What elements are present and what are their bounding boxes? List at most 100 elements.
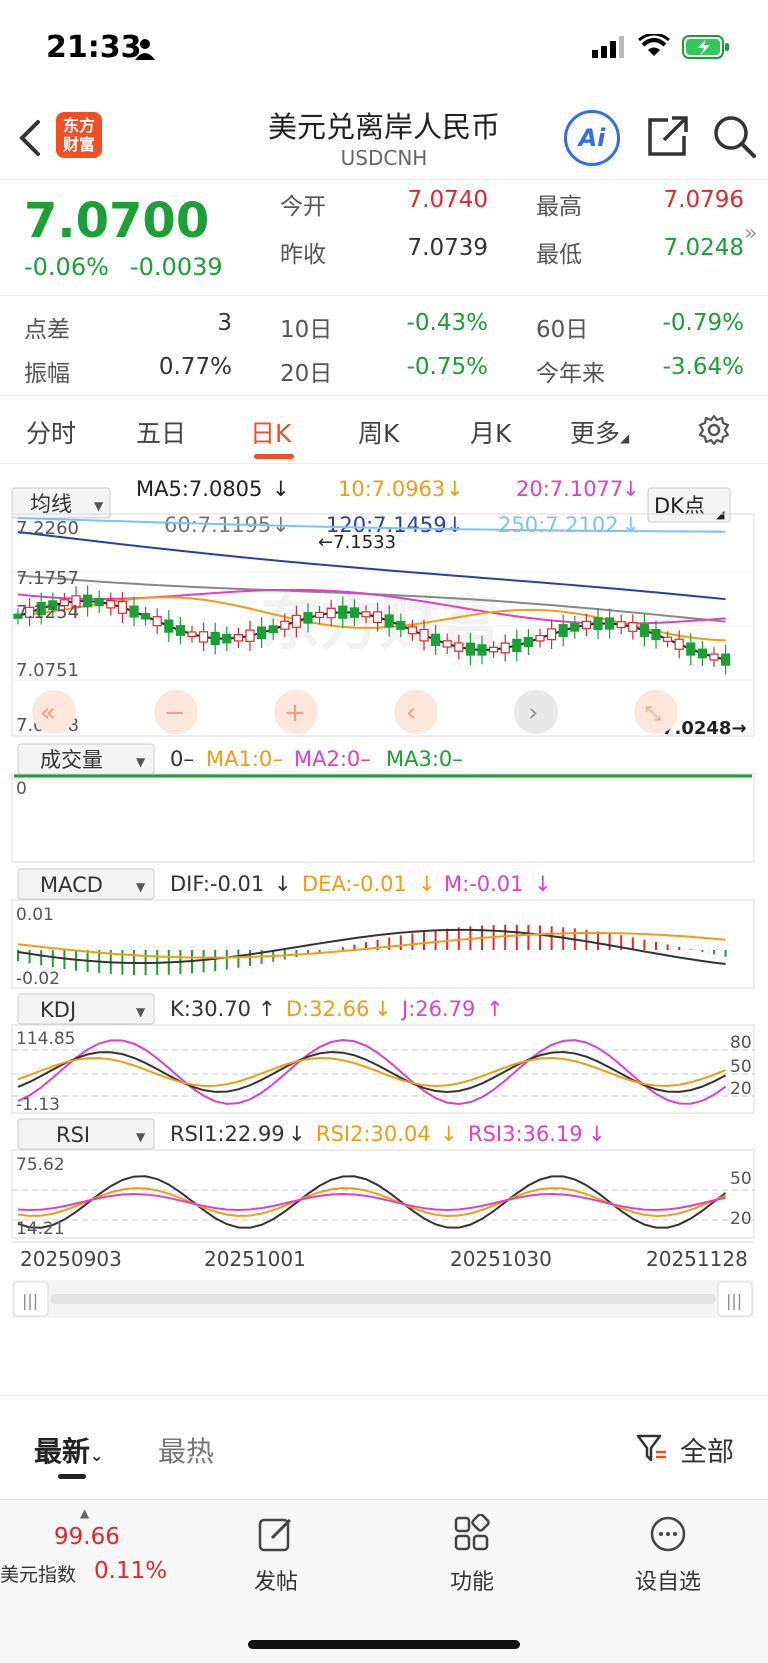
candle-body	[338, 605, 348, 619]
macd-dif-arrow-icon: ↓	[274, 872, 292, 896]
grid-icon	[454, 1513, 490, 1551]
tab-hot[interactable]: 最热	[158, 1430, 214, 1470]
candle-body	[152, 616, 162, 627]
prev-close-value: 7.0739	[407, 235, 488, 261]
macd-select-arrow-icon: ▼	[136, 880, 146, 894]
post-label: 发帖	[253, 1570, 298, 1595]
tab-monthly-k[interactable]: 月K	[470, 414, 511, 450]
function-button[interactable]: 功能	[412, 1513, 532, 1596]
ma120-arrow-icon: ↓	[446, 513, 464, 537]
candle-body	[709, 653, 719, 661]
candle-body	[384, 614, 394, 628]
chart-controls: « − + ‹ › ⤡	[32, 690, 678, 734]
candle-body	[199, 631, 209, 643]
dollar-index-value[interactable]: 99.66	[54, 1524, 120, 1550]
chevron-left-icon: ‹	[406, 698, 416, 728]
candle-body	[257, 626, 267, 640]
candle-body	[454, 642, 464, 652]
kdj-k: K:30.70	[170, 997, 251, 1021]
high-label: 最高	[536, 194, 582, 220]
tab-latest[interactable]: 最新⌄	[34, 1430, 103, 1470]
expand-arrow-icon[interactable]: »	[744, 221, 757, 246]
expand-icon: ⤡	[645, 701, 661, 725]
candle-body	[245, 629, 255, 642]
last-price: 7.0700	[24, 193, 210, 249]
d60-label: 60日	[536, 317, 589, 343]
spread-value: 3	[217, 310, 232, 336]
candle-body	[164, 619, 174, 633]
macd-lines	[17, 928, 726, 966]
candle-body	[477, 644, 487, 656]
macd-dea-arrow-icon: ↓	[418, 872, 436, 896]
ma10-arrow-icon: ↓	[446, 477, 464, 501]
post-button[interactable]: 发帖	[216, 1514, 336, 1596]
filter-all[interactable]: 全部	[680, 1430, 734, 1469]
y-axis-4: 7.0751	[16, 660, 79, 681]
ma250-value: 250:7.2102	[498, 513, 619, 537]
function-label: 功能	[449, 1570, 494, 1595]
share-icon[interactable]	[646, 114, 690, 158]
minus-icon: −	[164, 698, 186, 728]
tab-five-day[interactable]: 五日	[136, 414, 186, 450]
candle-body	[465, 642, 475, 656]
ai-icon[interactable]: Ai	[564, 110, 620, 166]
candle-body	[697, 648, 708, 659]
kline-chart-svg[interactable]: 均线 ▼ MA5:7.0805 ↓ 10:7.0963 ↓ 20:7.1077 …	[0, 464, 768, 1364]
volume-select-label: 成交量	[40, 748, 103, 772]
candle-body	[546, 628, 557, 641]
prev-close-label: 昨收	[280, 242, 326, 268]
candle-body	[315, 611, 325, 618]
tab-more[interactable]: 更多◢	[570, 414, 629, 450]
tab-daily-k[interactable]: 日K	[250, 414, 291, 450]
rsi-select-arrow-icon: ▼	[136, 1130, 146, 1144]
ytd-value: -3.64%	[662, 354, 744, 380]
volume-header: 成交量 ▼ 0– MA1:0– MA2:0– MA3:0–	[17, 743, 463, 775]
range-track	[50, 1294, 716, 1304]
tab-intraday[interactable]: 分时	[26, 414, 76, 450]
kdj-k-arrow-icon: ↑	[258, 997, 276, 1021]
kdj-axis-bottom: -1.13	[16, 1095, 60, 1115]
search-icon[interactable]	[712, 114, 756, 158]
candle-body	[117, 600, 128, 614]
candle-body	[291, 614, 301, 628]
date-label-4: 20251128	[646, 1247, 748, 1271]
dollar-index-change[interactable]: 0.11%	[94, 1558, 167, 1584]
kline-chart-area[interactable]: 均线 ▼ MA5:7.0805 ↓ 10:7.0963 ↓ 20:7.1077 …	[0, 464, 768, 1364]
candle-body	[129, 605, 139, 618]
rsi1-value: RSI1:22.99	[170, 1122, 285, 1146]
d10-value: -0.43%	[406, 310, 488, 336]
plus-icon: +	[284, 698, 306, 728]
tab-weekly-k[interactable]: 周K	[358, 414, 399, 450]
rsi2-arrow-icon: ↓	[440, 1122, 458, 1146]
kdj-axis-20: 20	[730, 1079, 752, 1099]
double-left-icon: «	[40, 698, 56, 728]
add-watchlist-button[interactable]: 设自选	[608, 1514, 728, 1596]
signal-icon	[592, 36, 624, 58]
date-label-1: 20250903	[20, 1247, 122, 1271]
gear-icon[interactable]	[698, 414, 730, 446]
low-label: 最低	[536, 242, 582, 268]
candle-body	[489, 646, 499, 653]
d10-label: 10日	[280, 317, 333, 343]
macd-m: M:-0.01	[444, 872, 524, 896]
ma-select-label: 均线	[30, 492, 72, 516]
y-axis-top: 7.2260	[16, 518, 79, 539]
macd-header: MACD ▼ DIF:-0.01 ↓ DEA:-0.01 ↓ M:-0.01 ↓	[17, 868, 552, 900]
candle-body	[361, 611, 371, 618]
kdj-axis-80: 80	[730, 1033, 752, 1053]
rsi2-value: RSI2:30.04	[316, 1122, 431, 1146]
filter-icon[interactable]	[636, 1432, 668, 1464]
candle-body	[268, 625, 278, 634]
y-axis-3: 7.1254	[16, 602, 79, 623]
dollar-index-label[interactable]: 美元指数	[0, 1560, 76, 1587]
rsi-axis-50: 50	[730, 1169, 752, 1189]
kdj-select-box[interactable]	[17, 993, 155, 1025]
watchlist-label: 设自选	[634, 1570, 701, 1595]
candle-body	[233, 634, 243, 642]
macd-dif: DIF:-0.01	[170, 872, 264, 896]
tab-more-label: 更多	[570, 419, 621, 448]
volume-select-arrow-icon: ▼	[136, 755, 146, 769]
candle-body	[222, 634, 232, 644]
change-value: -0.0039	[130, 253, 223, 281]
kdj-header: KDJ ▼ K:30.70 ↑ D:32.66 ↓ J:26.79 ↑	[17, 993, 504, 1025]
